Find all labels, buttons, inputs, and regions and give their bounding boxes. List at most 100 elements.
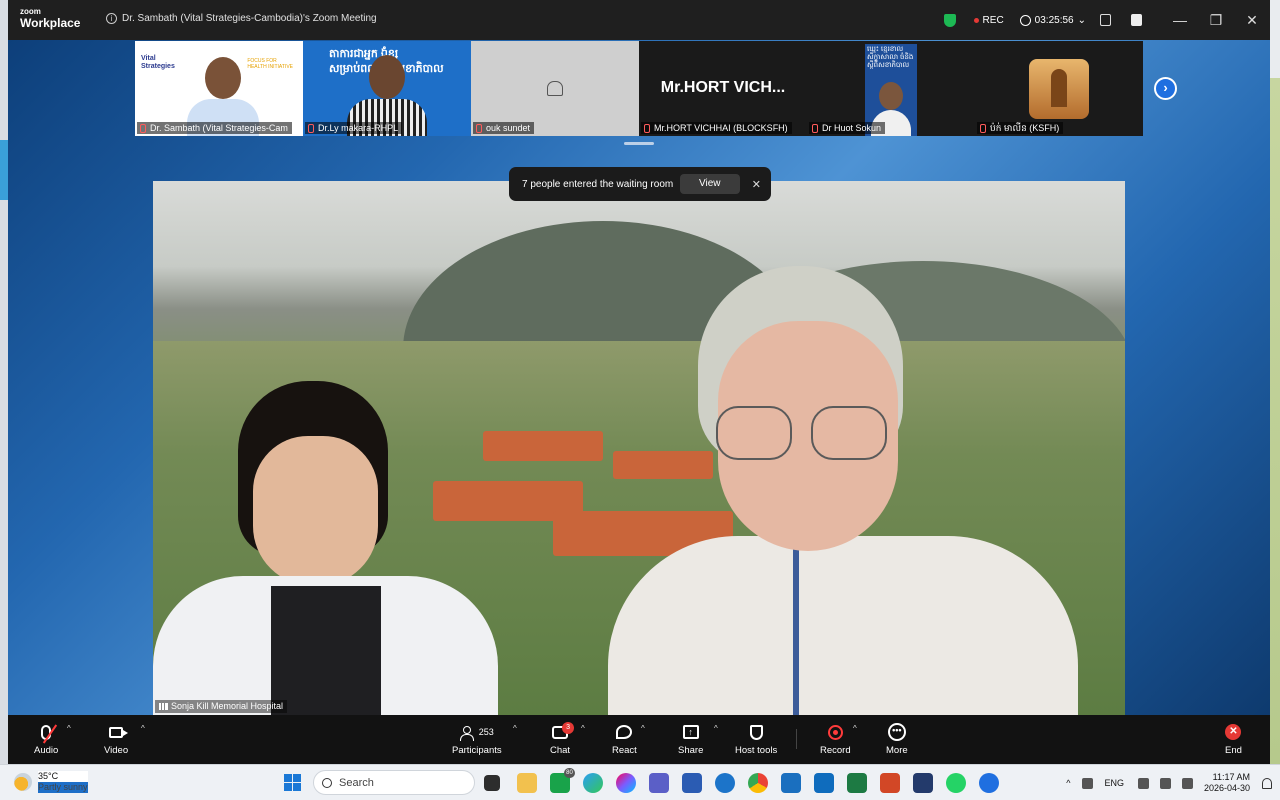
close-window-button[interactable]: ✕ xyxy=(1234,0,1270,40)
calculator-icon[interactable] xyxy=(913,773,933,793)
chrome-icon[interactable] xyxy=(748,773,768,793)
minimize-button[interactable]: — xyxy=(1162,0,1198,40)
language-bar-icon[interactable] xyxy=(1082,777,1094,789)
host-tools-label: Host tools xyxy=(735,745,778,756)
participant-name: Dr.Ly makara-RHPL xyxy=(305,122,403,134)
video-options-caret[interactable]: ^ xyxy=(141,724,145,733)
strip-drag-handle[interactable] xyxy=(624,142,654,145)
view-layout-icon[interactable] xyxy=(1131,14,1142,26)
end-icon: ✕ xyxy=(1225,724,1242,740)
temperature: 35°C xyxy=(38,771,88,782)
volume-icon[interactable] xyxy=(1159,777,1171,789)
waiting-room-notification: 7 people entered the waiting room View ✕ xyxy=(509,167,771,201)
meeting-title: Dr. Sambath (Vital Strategies-Cambodia)'… xyxy=(122,13,377,24)
partner-logo: FOCUS FOR HEALTH INITIATIVE xyxy=(247,58,293,70)
share-button[interactable]: ↑ Share xyxy=(678,721,703,761)
encryption-shield-icon[interactable] xyxy=(943,13,956,27)
taskbar-clock[interactable]: 11:17 AM 2026-04-30 xyxy=(1204,772,1250,794)
meeting-info[interactable]: i Dr. Sambath (Vital Strategies-Cambodia… xyxy=(106,13,377,24)
zoom-taskbar-icon[interactable] xyxy=(979,773,999,793)
participant-tile[interactable]: Vital Strategies FOCUS FOR HEALTH INITIATI… xyxy=(135,41,303,136)
wifi-icon[interactable] xyxy=(1137,777,1149,789)
speaker-shirt xyxy=(271,586,381,715)
file-explorer-icon[interactable] xyxy=(517,773,537,793)
active-speaker-video[interactable]: Sonja Kill Memorial Hospital xyxy=(153,181,1125,715)
record-button[interactable]: Record xyxy=(820,721,851,761)
participant-head xyxy=(369,55,405,99)
clock-date: 2026-04-30 xyxy=(1203,783,1250,793)
meeting-toolbar: Audio ^ Video ^ 253 Participants ^ 3 Cha… xyxy=(8,715,1270,764)
background-window-strip xyxy=(1270,0,1280,764)
participant-name: Dr Huot Sokun xyxy=(809,122,886,134)
taskbar-search[interactable]: Search xyxy=(313,770,475,795)
tray-overflow-chevron[interactable]: ^ xyxy=(1066,778,1070,788)
powerpoint-icon[interactable] xyxy=(880,773,900,793)
audio-options-caret[interactable]: ^ xyxy=(67,724,71,733)
meeting-stage: Vital Strategies FOCUS FOR HEALTH INITIATI… xyxy=(8,40,1270,715)
store-icon[interactable] xyxy=(781,773,801,793)
participant-tile[interactable]: តាការជាអ្នក ឯំខ្ស សម្រាប់ពលរ ស្ថសុខាភិបាល… xyxy=(303,41,471,136)
participant-name: ប៉ក់ មាលីន (KSFH) xyxy=(977,122,1064,134)
start-button[interactable] xyxy=(284,774,301,791)
zoom-logo: zoom Workplace xyxy=(20,8,80,30)
mic-muted-icon xyxy=(41,723,58,744)
edge-browser-icon[interactable] xyxy=(583,773,603,793)
windows-taskbar: 35°C Partly sunny Search 80 ^ ENG 11:17 … xyxy=(0,764,1280,800)
end-meeting-button[interactable]: ✕ End xyxy=(1225,721,1242,761)
participant-head xyxy=(205,57,241,99)
speaker-lanyard xyxy=(793,536,799,715)
notification-text: 7 people entered the waiting room xyxy=(522,178,674,190)
recording-indicator[interactable]: REC xyxy=(973,15,1004,26)
chat-button[interactable]: 3 Chat xyxy=(550,721,575,761)
toolbar-divider xyxy=(796,729,797,749)
video-button[interactable]: Video xyxy=(104,721,128,761)
chat-options-caret[interactable]: ^ xyxy=(581,724,585,733)
info-icon[interactable]: i xyxy=(106,13,117,24)
outlook-icon[interactable] xyxy=(715,773,735,793)
more-icon: ••• xyxy=(887,723,906,741)
system-tray: ^ ENG 11:17 AM 2026-04-30 xyxy=(1066,765,1280,800)
vital-strategies-logo: Vital Strategies xyxy=(141,55,175,70)
lock-icon[interactable] xyxy=(1100,14,1111,26)
excel-icon[interactable] xyxy=(847,773,867,793)
copilot-icon[interactable] xyxy=(616,773,636,793)
record-options-caret[interactable]: ^ xyxy=(853,724,857,733)
more-button[interactable]: ••• More xyxy=(886,721,908,761)
edge-icon[interactable]: 80 xyxy=(550,768,575,793)
audio-button[interactable]: Audio xyxy=(34,721,58,761)
notification-bell-icon[interactable] xyxy=(1262,777,1272,789)
participant-tile[interactable]: ឃ្មេះ ខ្មេរខាល សិក្ខាសាលា ចំនិង ស្ដីពីសខាភ… xyxy=(807,41,975,136)
participant-tile[interactable]: Mr.HORT VICH... Mr.HORT VICHHAI (BLOCKSF… xyxy=(639,41,807,136)
participant-name: ouk sundet xyxy=(473,122,535,134)
more-label: More xyxy=(886,745,908,756)
restore-button[interactable]: ❐ xyxy=(1198,0,1234,40)
share-screen-icon: ↑ xyxy=(682,725,699,739)
participants-button[interactable]: 253 Participants xyxy=(452,721,502,761)
recording-dot-icon xyxy=(973,17,979,23)
title-bar: zoom Workplace i Dr. Sambath (Vital Stra… xyxy=(8,0,1270,40)
mail-icon[interactable] xyxy=(814,773,834,793)
react-button[interactable]: React xyxy=(612,721,637,761)
word-icon[interactable] xyxy=(682,773,702,793)
edge-badge: 80 xyxy=(564,768,575,778)
whatsapp-icon[interactable] xyxy=(946,773,966,793)
share-options-caret[interactable]: ^ xyxy=(714,724,718,733)
react-options-caret[interactable]: ^ xyxy=(641,724,645,733)
participant-tile[interactable]: ប៉ក់ មាលីន (KSFH) xyxy=(975,41,1143,136)
video-label-text: Video xyxy=(104,745,129,756)
next-page-button[interactable]: › xyxy=(1154,77,1177,100)
participants-options-caret[interactable]: ^ xyxy=(513,724,517,733)
language-indicator[interactable]: ENG xyxy=(1104,778,1124,788)
view-waiting-room-button[interactable]: View xyxy=(679,174,740,194)
participant-name: Dr. Sambath (Vital Strategies-Cam xyxy=(137,122,292,134)
close-icon[interactable]: ✕ xyxy=(752,178,761,191)
record-icon xyxy=(827,724,843,740)
host-tools-button[interactable]: Host tools xyxy=(735,721,777,761)
meeting-timer[interactable]: 03:25:56 ⌄ xyxy=(1019,14,1086,26)
battery-icon[interactable] xyxy=(1181,777,1193,789)
task-view-icon[interactable] xyxy=(484,775,500,791)
teams-icon[interactable] xyxy=(649,773,669,793)
weather-widget[interactable]: 35°C Partly sunny xyxy=(14,771,88,793)
record-label: Record xyxy=(820,745,851,756)
participant-tile[interactable]: ouk sundet xyxy=(471,41,639,136)
